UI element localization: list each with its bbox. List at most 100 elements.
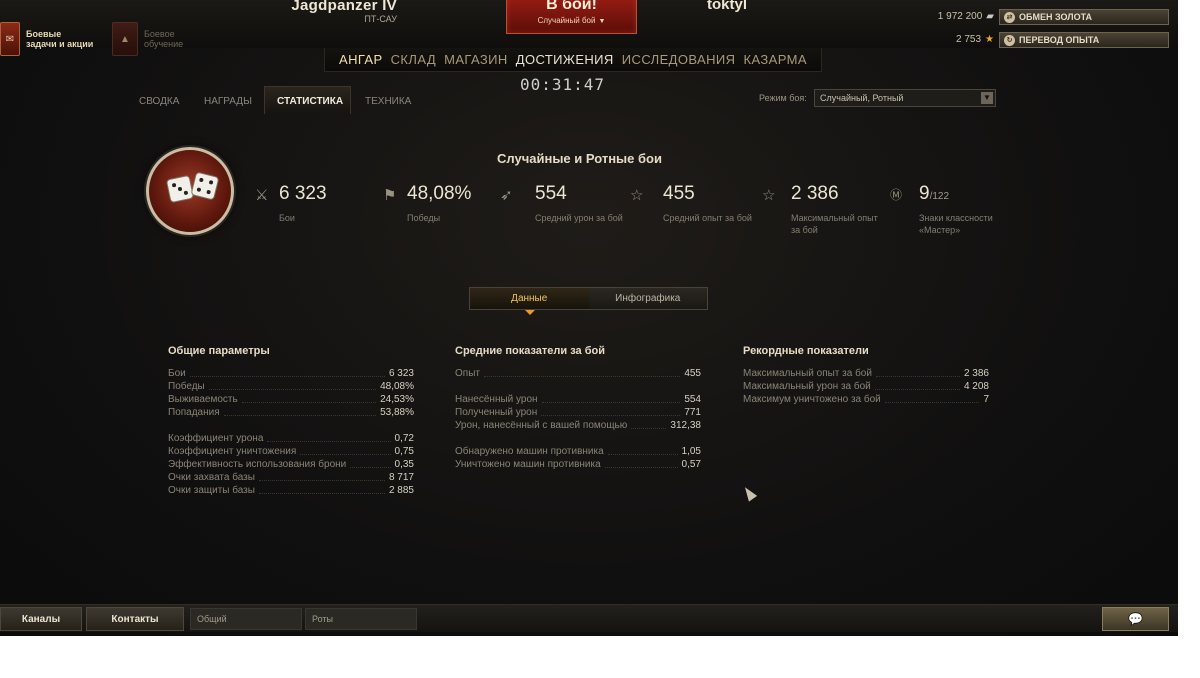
stat-row-value: 0,75 [394,446,414,457]
stat-row: Очки защиты базы 2 885 [168,484,414,497]
stat-row-label: Очки защиты базы [168,485,255,496]
die-icon [190,171,220,201]
general-params-column: Общие параметры Бои 6 323 Победы 48,08% Выжи… [168,345,414,497]
stat-row-label: Максимальный урон за бой [743,381,871,392]
channels-button[interactable]: Каналы [0,607,82,631]
exchange-icon: ⇄ [1004,11,1015,23]
vehicle-class: ПТ-САУ [364,14,397,24]
summary-title: Случайные и Ротные бои [497,151,662,166]
stat-row-value: 1,05 [681,446,701,457]
infographic-view-button[interactable]: Инфографика [588,288,707,309]
nav-achievements[interactable]: ДОСТИЖЕНИЯ [516,52,614,67]
stat-row-label: Победы [168,381,205,392]
nav-barracks[interactable]: КАЗАРМА [743,52,806,67]
records-column: Рекордные показатели Максимальный опыт з… [743,345,989,406]
column-title: Общие параметры [168,345,270,357]
nav-shop[interactable]: МАГАЗИН [444,52,508,67]
stat-row-value: 0,35 [394,459,414,470]
stat-row-label: Бои [168,368,186,379]
shell-icon: ➶ [500,187,513,204]
nav-hangar[interactable]: АНГАР [339,52,383,67]
stat-row-label: Максимальный опыт за бой [743,368,872,379]
vehicle-name: Jagdpanzer IV [291,0,397,14]
stat-row: Уничтожено машин противника 0,57 [455,458,701,471]
stat-row-value: 53,88% [380,407,414,418]
stat-row-label: Эффективность использования брони [168,459,347,470]
free-xp-star-icon: ★ [985,34,994,45]
battle-mode-selector[interactable]: Случайный бой ▼ [507,16,636,25]
main-nav: АНГАР СКЛАД МАГАЗИН ДОСТИЖЕНИЯ ИССЛЕДОВА… [324,48,822,72]
training-label[interactable]: Боевое обучение [144,29,214,49]
stat-row-value: 24,53% [380,394,414,405]
nav-research[interactable]: ИССЛЕДОВАНИЯ [622,52,736,67]
quests-label[interactable]: Боевые задачи и акции [26,29,96,49]
transfer-xp-button[interactable]: ↻ ПЕРЕВОД ОПЫТА [999,32,1169,48]
stat-row-value: 554 [684,394,701,405]
stat-row: Попадания 53,88% [168,406,414,419]
stat-row: Урон, нанесённый с вашей помощью 312,38 [455,419,701,432]
stat-row-label: Очки захвата базы [168,472,255,483]
stat-row-label: Урон, нанесённый с вашей помощью [455,420,628,431]
average-params-column: Средние показатели за бой Опыт 455 Нанесён… [455,345,701,471]
battle-button[interactable]: В бой! Случайный бой ▼ [506,0,637,34]
stat-row: Победы 48,08% [168,380,414,393]
quests-icon[interactable]: ✉ [0,22,20,56]
chat-bubble-icon[interactable]: 💬 [1102,607,1169,631]
star-icon: ☆ [762,187,776,204]
battle-button-label: В бой! [546,0,597,13]
stat-row: Бои 6 323 [168,367,414,380]
session-timer: 00:31:47 [520,75,606,94]
player-name: toktyl [707,0,748,13]
chat-tab-general[interactable]: Общий [190,608,302,630]
stat-row-value: 0,72 [394,433,414,444]
hangar-screen: ✉ Боевые задачи и акции ▲ Боевое обучение … [0,0,1178,636]
tab-summary[interactable]: СВОДКА [139,96,179,107]
tab-statistics[interactable]: СТАТИСТИКА [277,96,343,107]
transfer-icon: ↻ [1004,34,1015,46]
flag-icon: ⚑ [383,187,397,204]
stat-row: Опыт 455 [455,367,701,380]
column-title: Рекордные показатели [743,345,869,357]
stat-row: Обнаружено машин противника 1,05 [455,445,701,458]
training-icon[interactable]: ▲ [112,22,138,56]
stat-row: Коэффициент уничтожения 0,75 [168,445,414,458]
stat-row-label: Попадания [168,407,220,418]
stat-row-label: Уничтожено машин противника [455,459,601,470]
stat-row-label: Обнаружено машин противника [455,446,604,457]
star-outline-icon: ☆ [630,187,644,204]
contacts-button[interactable]: Контакты [86,607,184,631]
stat-row-label: Коэффициент уничтожения [168,446,297,457]
stat-row: Выживаемость 24,53% [168,393,414,406]
stat-row-label: Опыт [455,368,480,379]
mastery-badge-icon: Ⓜ [890,188,903,202]
free-xp-balance: 2 753 ★ [956,34,994,45]
chat-tab-company[interactable]: Роты [305,608,417,630]
nav-depot[interactable]: СКЛАД [391,52,436,67]
tab-awards[interactable]: НАГРАДЫ [204,96,252,107]
stat-row-value: 2 386 [963,368,989,379]
stat-row-value: 7 [983,394,989,405]
stat-row-value: 771 [684,407,701,418]
stat-row-value: 4 208 [963,381,989,392]
tab-vehicles[interactable]: ТЕХНИКА [365,96,411,107]
die-icon [165,174,195,204]
stat-row-label: Максимум уничтожено за бой [743,394,881,405]
stat-row-label: Полученный урон [455,407,538,418]
stat-row: Нанесённый урон 554 [455,393,701,406]
stat-row-value: 0,57 [681,459,701,470]
stat-row-value: 6 323 [388,368,414,379]
battle-mode-dropdown[interactable]: Случайный, Ротный ▼ [814,89,996,107]
stat-row: Эффективность использования брони 0,35 [168,458,414,471]
dice-emblem-icon [146,147,234,235]
dropdown-arrow-icon: ▼ [981,92,993,104]
stat-row-value: 312,38 [670,420,701,431]
stat-row-value: 48,08% [380,381,414,392]
data-view-button[interactable]: Данные [470,288,589,315]
stat-row-label: Нанесённый урон [455,394,538,405]
mouse-cursor-icon [740,484,758,502]
exchange-gold-button[interactable]: ⇄ ОБМЕН ЗОЛОТА [999,9,1169,25]
stat-row: Максимальный урон за бой 4 208 [743,380,989,393]
stat-row: Очки захвата базы 8 717 [168,471,414,484]
quests-widget[interactable]: ✉ Боевые задачи и акции ▲ Боевое обучение [0,22,214,56]
bottom-bar: Каналы Контакты Общий Роты 💬 [0,604,1178,632]
